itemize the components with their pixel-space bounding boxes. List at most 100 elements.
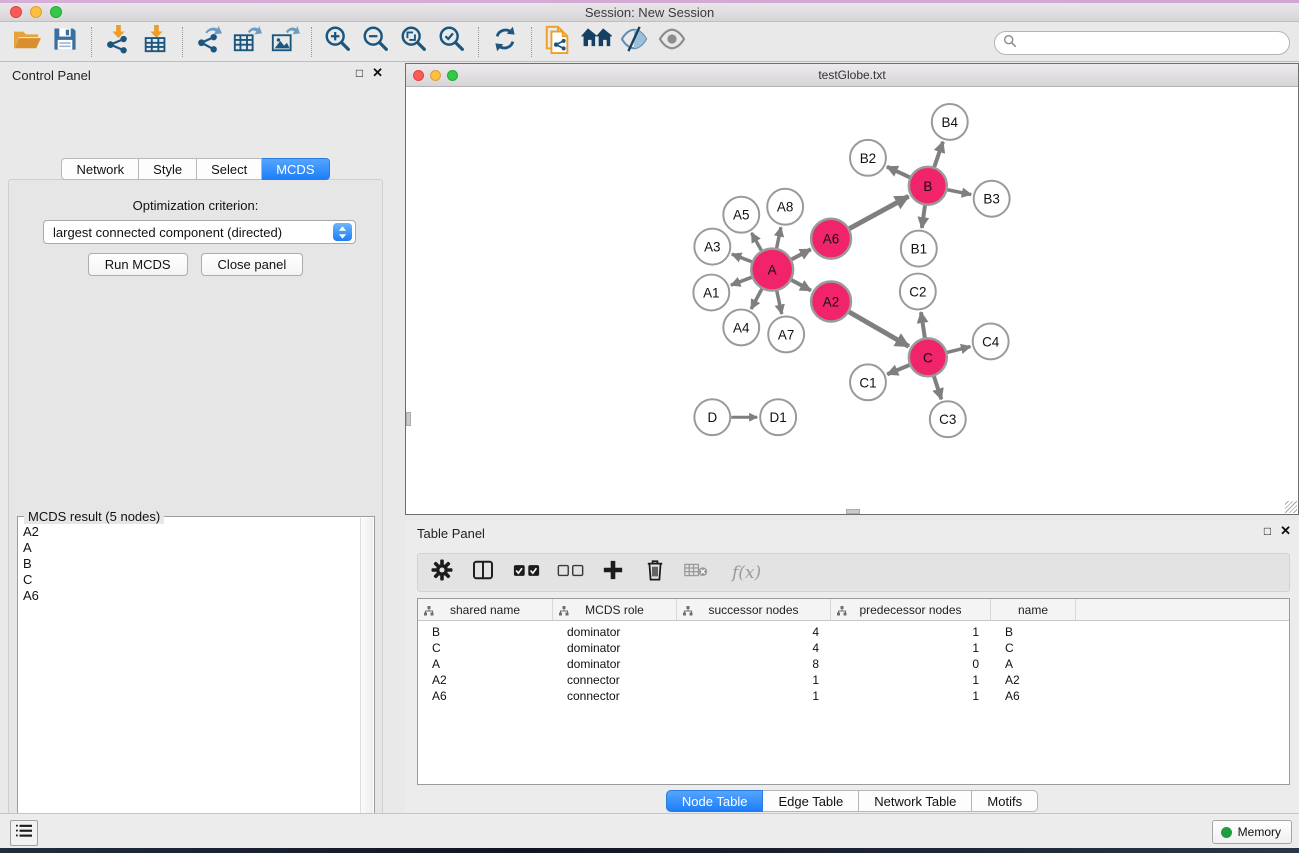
bottom-scroll-mark[interactable]	[846, 509, 860, 514]
cell-shared-name[interactable]: A6	[418, 688, 553, 704]
cell-name[interactable]: A	[991, 656, 1076, 672]
zoom-in-button[interactable]	[319, 25, 357, 59]
table-row[interactable]: Bdominator41B	[418, 624, 1289, 640]
edge-A-A4[interactable]	[751, 289, 762, 309]
save-session-button[interactable]	[46, 25, 84, 59]
refresh-button[interactable]	[486, 25, 524, 59]
task-history-button[interactable]	[10, 820, 38, 846]
cell-MCDS-role[interactable]: dominator	[553, 640, 677, 656]
node-A1[interactable]: A1	[693, 275, 729, 311]
edge-C-C2[interactable]	[921, 312, 925, 337]
search-input[interactable]	[1022, 36, 1289, 50]
node-C2[interactable]: C2	[900, 274, 936, 310]
toggle-details-button[interactable]	[615, 25, 653, 59]
export-table-button[interactable]	[228, 25, 266, 59]
memory-button[interactable]: Memory	[1212, 820, 1292, 844]
table-row[interactable]: A2connector11A2	[418, 672, 1289, 688]
tab-mcds[interactable]: MCDS	[262, 158, 329, 180]
edge-A-A3[interactable]	[732, 254, 752, 262]
close-panel-button[interactable]: Close panel	[201, 253, 304, 276]
import-network-button[interactable]	[99, 25, 137, 59]
node-C3[interactable]: C3	[930, 401, 966, 437]
cell-successor-nodes[interactable]: 4	[677, 624, 831, 640]
cell-predecessor-nodes[interactable]: 1	[831, 640, 991, 656]
float-panel-icon[interactable]: □	[1264, 525, 1271, 537]
tab-select[interactable]: Select	[197, 158, 262, 180]
edge-B-B4[interactable]	[934, 142, 943, 167]
column-header-name[interactable]: name	[991, 599, 1076, 620]
open-session-button[interactable]	[8, 25, 46, 59]
cell-shared-name[interactable]: B	[418, 624, 553, 640]
node-table[interactable]: shared nameMCDS rolesuccessor nodesprede…	[417, 598, 1290, 785]
node-A4[interactable]: A4	[723, 309, 759, 345]
column-header-shared-name[interactable]: shared name	[418, 599, 553, 620]
cell-predecessor-nodes[interactable]: 1	[831, 672, 991, 688]
show-hide-button[interactable]	[653, 25, 691, 59]
cell-successor-nodes[interactable]: 1	[677, 672, 831, 688]
export-image-button[interactable]	[266, 25, 304, 59]
tab-node-table[interactable]: Node Table	[666, 790, 764, 812]
cell-predecessor-nodes[interactable]: 1	[831, 624, 991, 640]
tab-edge-table[interactable]: Edge Table	[763, 790, 859, 812]
cell-successor-nodes[interactable]: 1	[677, 688, 831, 704]
cell-shared-name[interactable]: A2	[418, 672, 553, 688]
node-D1[interactable]: D1	[760, 399, 796, 435]
function-builder-button[interactable]: f(x)	[716, 556, 761, 590]
tab-network-table[interactable]: Network Table	[859, 790, 972, 812]
network-graph[interactable]: B4B2BB3A8A5A6A3B1AA1C2A2A4A7C4CC1C3DD1	[406, 87, 1298, 514]
result-scrollbar[interactable]	[360, 518, 373, 853]
edge-B-B2[interactable]	[887, 167, 910, 178]
zoom-out-button[interactable]	[357, 25, 395, 59]
close-panel-icon[interactable]: ✕	[1280, 524, 1291, 537]
cell-predecessor-nodes[interactable]: 1	[831, 688, 991, 704]
cell-MCDS-role[interactable]: connector	[553, 672, 677, 688]
delete-table-button[interactable]	[676, 556, 716, 590]
browser-home-button[interactable]	[577, 25, 615, 59]
node-A7[interactable]: A7	[768, 316, 804, 352]
tab-motifs[interactable]: Motifs	[972, 790, 1038, 812]
result-item[interactable]: B	[20, 556, 359, 572]
split-view-button[interactable]	[462, 556, 504, 590]
edge-A-A6[interactable]	[792, 249, 811, 259]
column-header-predecessor-nodes[interactable]: predecessor nodes	[831, 599, 991, 620]
node-C[interactable]: C	[909, 338, 947, 376]
edge-C-C3[interactable]	[934, 376, 941, 399]
node-B1[interactable]: B1	[901, 231, 937, 267]
edge-A-A8[interactable]	[777, 227, 781, 248]
network-window-titlebar[interactable]: testGlobe.txt	[406, 64, 1298, 87]
tab-style[interactable]: Style	[139, 158, 197, 180]
result-item[interactable]: C	[20, 572, 359, 588]
float-panel-icon[interactable]: □	[356, 67, 363, 79]
node-C1[interactable]: C1	[850, 364, 886, 400]
cell-MCDS-role[interactable]: dominator	[553, 656, 677, 672]
edge-A-A2[interactable]	[791, 280, 810, 291]
network-from-file-button[interactable]	[539, 25, 577, 59]
cell-name[interactable]: A2	[991, 672, 1076, 688]
edge-B-B3[interactable]	[947, 190, 971, 195]
node-A5[interactable]: A5	[723, 197, 759, 233]
search-box[interactable]	[994, 31, 1290, 55]
cell-shared-name[interactable]: A	[418, 656, 553, 672]
cell-predecessor-nodes[interactable]: 0	[831, 656, 991, 672]
cell-successor-nodes[interactable]: 8	[677, 656, 831, 672]
result-item[interactable]: A	[20, 540, 359, 556]
delete-column-button[interactable]	[634, 556, 676, 590]
tab-network[interactable]: Network	[61, 158, 139, 180]
result-item[interactable]: A6	[20, 588, 359, 604]
node-B4[interactable]: B4	[932, 104, 968, 140]
node-A8[interactable]: A8	[767, 189, 803, 225]
cell-shared-name[interactable]: C	[418, 640, 553, 656]
result-item[interactable]: A2	[20, 524, 359, 540]
zoom-fit-button[interactable]	[395, 25, 433, 59]
cell-MCDS-role[interactable]: connector	[553, 688, 677, 704]
table-row[interactable]: A6connector11A6	[418, 688, 1289, 704]
edge-C-C1[interactable]	[887, 365, 909, 374]
edge-C-C4[interactable]	[947, 347, 970, 353]
table-row[interactable]: Adominator80A	[418, 656, 1289, 672]
resize-grip-icon[interactable]	[1285, 501, 1297, 513]
node-A6[interactable]: A6	[811, 219, 851, 259]
edge-A-A1[interactable]	[731, 277, 752, 285]
import-table-button[interactable]	[137, 25, 175, 59]
run-mcds-button[interactable]: Run MCDS	[88, 253, 188, 276]
cell-successor-nodes[interactable]: 4	[677, 640, 831, 656]
